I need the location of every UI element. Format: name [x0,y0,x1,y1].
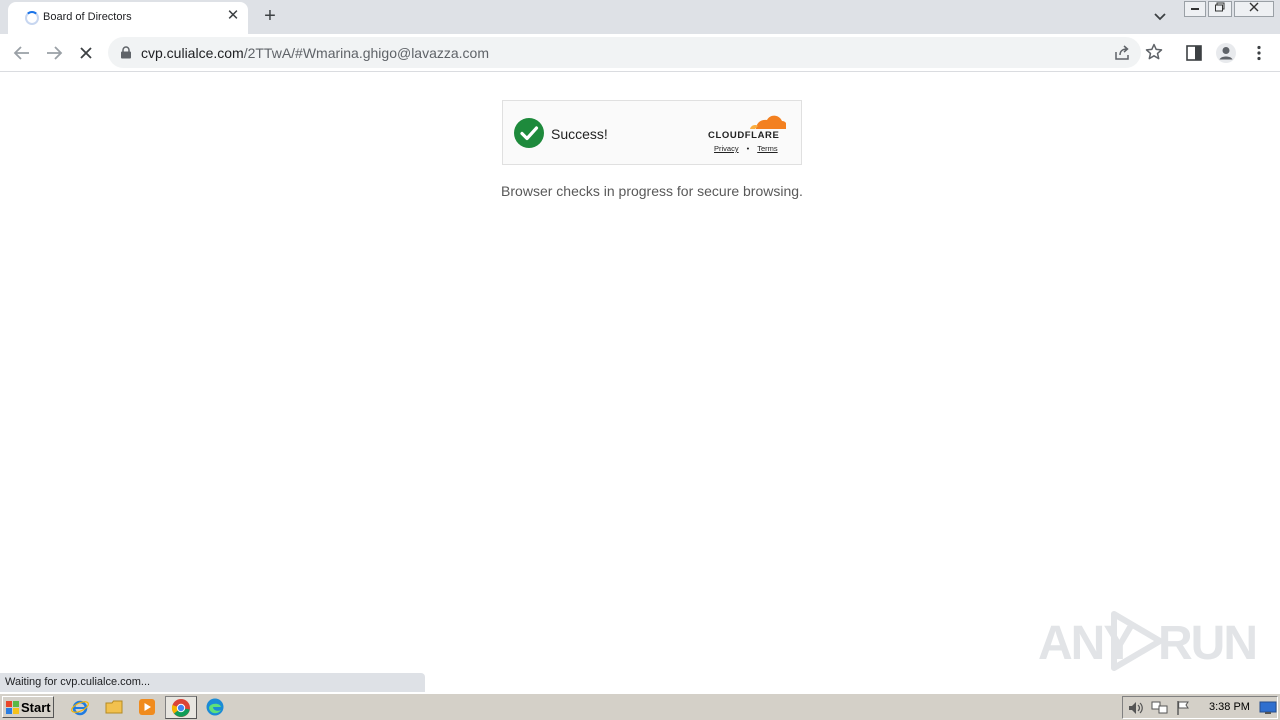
chrome-icon [171,699,190,717]
tab-strip: Board of Directors ✕ + [0,0,1280,34]
profile-icon[interactable] [1215,42,1237,64]
tab-title: Board of Directors [43,11,132,23]
restore-icon [1215,2,1225,12]
start-label: Start [21,700,51,715]
widget-links: Privacy • Terms [714,144,778,153]
address-bar[interactable]: cvp.culialce.com/2TTwA/#Wmarina.ghigo@la… [108,37,1163,68]
clock[interactable]: 3:38 PM [1209,701,1250,713]
cloudflare-challenge-widget: Success! CLOUDFLARE Privacy • Terms [502,100,802,165]
minimize-button[interactable] [1184,1,1206,17]
taskbar: Start 3:38 PM [0,693,1280,720]
lock-icon[interactable] [120,46,132,59]
close-window-button[interactable] [1234,1,1274,17]
restore-button[interactable] [1208,1,1232,17]
tab-spinner-icon [25,11,39,25]
anyrun-watermark: ANY RUN [1036,610,1258,672]
monitor-icon[interactable] [1259,700,1277,716]
status-bubble: Waiting for cvp.culialce.com... [0,673,425,692]
network-icon[interactable] [1151,700,1169,716]
chrome-taskbar-button[interactable] [165,696,197,719]
browser-toolbar: cvp.culialce.com/2TTwA/#Wmarina.ghigo@la… [0,34,1280,72]
ie-icon[interactable] [70,697,90,717]
browser-check-message: Browser checks in progress for secure br… [501,183,803,199]
terms-link[interactable]: Terms [757,144,777,153]
cloudflare-wordmark: CLOUDFLARE [708,130,780,141]
system-tray: 3:38 PM [1122,696,1278,719]
url-text[interactable]: cvp.culialce.com/2TTwA/#Wmarina.ghigo@la… [141,45,489,61]
watermark-run: RUN [1158,617,1258,670]
plus-icon[interactable]: + [259,5,281,27]
share-icon[interactable] [1112,43,1132,63]
explorer-icon[interactable] [104,697,124,717]
chevron-down-icon[interactable] [1150,6,1170,26]
play-logo-icon [1111,611,1163,671]
link-separator: • [746,144,750,153]
url-path: /2TTwA/#Wmarina.ghigo@lavazza.com [243,45,490,61]
forward-arrow-icon[interactable] [42,41,66,65]
speaker-icon[interactable] [1127,700,1145,716]
star-icon[interactable] [1144,42,1164,62]
windows-flag-icon [6,701,19,714]
stop-icon[interactable] [74,41,98,65]
browser-tab[interactable]: Board of Directors ✕ [8,2,248,34]
close-window-icon [1249,2,1259,12]
minimize-icon [1191,8,1199,10]
success-text: Success! [551,126,608,142]
edge-icon[interactable] [205,697,225,717]
start-button[interactable]: Start [2,696,54,718]
back-arrow-icon[interactable] [10,41,34,65]
media-player-icon[interactable] [137,697,157,717]
flag-icon[interactable] [1175,700,1193,716]
checkmark-icon [514,118,544,148]
side-panel-icon[interactable] [1184,43,1204,63]
privacy-link[interactable]: Privacy [714,144,739,153]
close-icon[interactable]: ✕ [225,8,241,24]
kebab-menu-icon[interactable] [1249,43,1269,63]
url-host: cvp.culialce.com [141,45,244,61]
